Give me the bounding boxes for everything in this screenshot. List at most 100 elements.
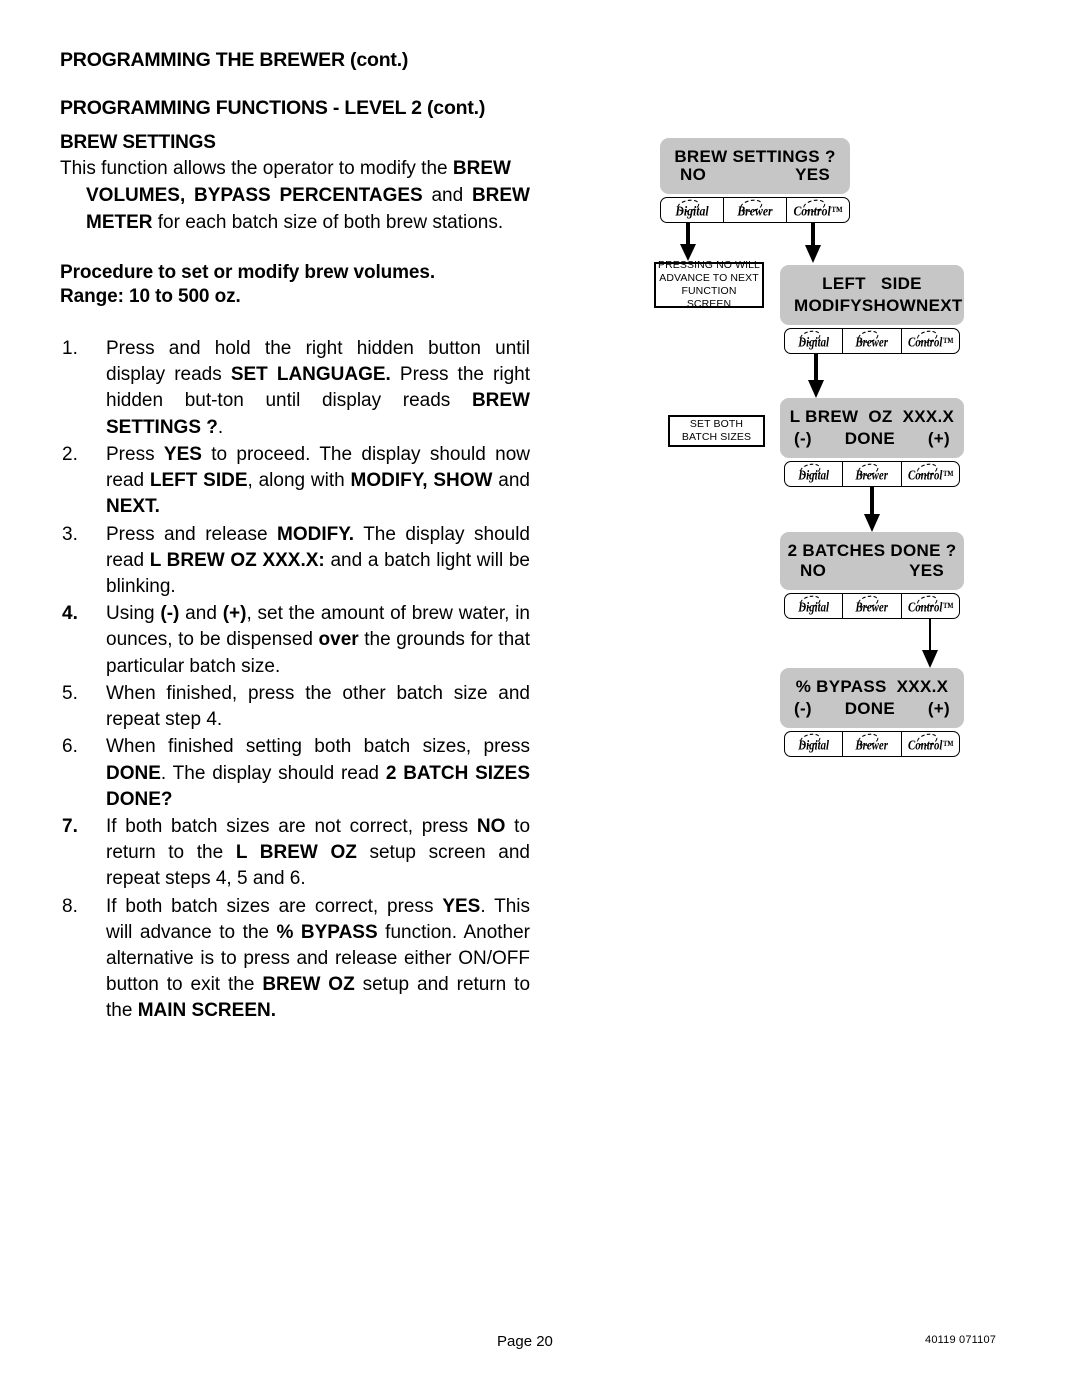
- svg-text:Brewer: Brewer: [855, 468, 889, 483]
- document-code: 40119 071107: [925, 1334, 997, 1346]
- brand-script-glyph: Control™: [908, 330, 954, 350]
- step-emphasis: BREW OZ: [262, 974, 355, 996]
- steps-list: 1. Press and hold the right hidden button…: [60, 336, 530, 1025]
- step-emphasis: NO: [476, 815, 506, 837]
- lcd-softkey-minus: (-): [794, 699, 812, 718]
- text-column: PROGRAMMING THE BREWER (cont.) PROGRAMMI…: [60, 49, 530, 1026]
- manual-page: PROGRAMMING THE BREWER (cont.) PROGRAMMI…: [0, 0, 1080, 1397]
- arrow-done-to-batches: [859, 487, 885, 532]
- brand-script-glyph: Control™: [908, 733, 954, 753]
- button-digital[interactable]: Digital: [661, 198, 724, 222]
- brand-script-glyph: Brewer: [855, 330, 889, 350]
- step-text: When finished setting both batch sizes, …: [106, 734, 530, 813]
- lcd-brew-settings-prompt: BREW SETTINGS ? NO YES: [660, 138, 850, 194]
- arrow-yes-to-bypass: [918, 619, 942, 668]
- lcd-line-2: (-) DONE (+): [780, 429, 964, 449]
- svg-text:Brewer: Brewer: [855, 738, 889, 753]
- step-emphasis: over: [318, 629, 359, 651]
- brand-script-glyph: Control™: [793, 199, 843, 219]
- button-bar-2[interactable]: Digital Brewer Control™: [784, 328, 960, 354]
- button-brewer[interactable]: Brewer: [843, 594, 902, 618]
- button-digital[interactable]: Digital: [785, 462, 844, 486]
- button-brewer[interactable]: Brewer: [843, 732, 902, 756]
- step-emphasis: YES: [163, 443, 202, 465]
- step-item: 1. Press and hold the right hidden button…: [60, 336, 530, 441]
- brand-script-glyph: Digital: [674, 199, 709, 219]
- procedure-block: Procedure to set or modify brew volumes.…: [60, 261, 530, 310]
- lcd-line-1: % BYPASS XXX.X: [795, 677, 949, 696]
- intro-indent-line: VOLUMES, BYPASS PERCENTAGES and BREW MET…: [60, 183, 530, 237]
- button-control[interactable]: Control™: [787, 198, 849, 222]
- button-digital[interactable]: Digital: [785, 329, 844, 353]
- arrow-yes-to-left-side: [800, 223, 826, 263]
- step-plain: . The display should read: [160, 762, 386, 784]
- step-number: 4.: [62, 603, 78, 625]
- step-text: When finished, press the other batch siz…: [106, 681, 530, 733]
- button-bar-1[interactable]: Digital Brewer Control™: [660, 197, 850, 223]
- lcd-softkey-plus: (+): [927, 429, 950, 448]
- svg-text:Brewer: Brewer: [736, 204, 772, 219]
- step-item: 8. If both batch sizes are correct, press…: [60, 894, 530, 1025]
- brand-script-glyph: Digital: [797, 733, 830, 753]
- brand-script-glyph: Brewer: [855, 463, 889, 483]
- button-bar-5[interactable]: Digital Brewer Control™: [784, 731, 960, 757]
- step-plain: Press: [106, 443, 164, 465]
- lcd-softkey-done: DONE: [844, 429, 896, 448]
- step-emphasis: NEXT.: [106, 496, 160, 518]
- lcd-softkey-plus: (+): [927, 699, 950, 718]
- step-plain: Using: [106, 603, 161, 625]
- lcd-line-2: (-) DONE (+): [780, 699, 964, 719]
- step-number: 7.: [62, 815, 78, 837]
- button-control[interactable]: Control™: [902, 594, 959, 618]
- step-number: 8.: [62, 895, 78, 917]
- brand-script-glyph: Brewer: [736, 199, 773, 219]
- intro-bold-2: VOLUMES, BYPASS PERCENTAGES: [86, 184, 423, 206]
- button-control[interactable]: Control™: [902, 462, 959, 486]
- lcd-softkey-next: NEXT: [916, 296, 963, 315]
- brand-script-glyph: Digital: [797, 595, 830, 615]
- brand-script-glyph: Control™: [908, 595, 954, 615]
- button-bar-4[interactable]: Digital Brewer Control™: [784, 593, 960, 619]
- svg-text:Control™: Control™: [793, 204, 842, 219]
- step-plain: If both batch sizes are correct, press: [106, 895, 443, 917]
- svg-text:Brewer: Brewer: [855, 600, 889, 615]
- lcd-softkey-show: SHOW: [861, 296, 917, 315]
- button-control[interactable]: Control™: [902, 732, 959, 756]
- button-digital[interactable]: Digital: [785, 594, 844, 618]
- button-control[interactable]: Control™: [902, 329, 959, 353]
- step-item: 5. When finished, press the other batch s…: [60, 681, 530, 733]
- arrow-modify-to-brew-oz: [803, 354, 829, 398]
- svg-text:Control™: Control™: [908, 335, 954, 350]
- svg-text:Control™: Control™: [908, 738, 954, 753]
- step-text: If both batch sizes are not correct, pre…: [106, 814, 530, 893]
- intro-bold-1: BREW: [452, 157, 511, 179]
- step-emphasis: YES: [442, 895, 481, 917]
- brand-script-glyph: Control™: [908, 463, 954, 483]
- arrow-no-to-note: [675, 223, 701, 261]
- button-digital[interactable]: Digital: [785, 732, 844, 756]
- button-brewer[interactable]: Brewer: [724, 198, 787, 222]
- step-item: 7. If both batch sizes are not correct, p…: [60, 814, 530, 893]
- lcd-line-2: NO YES: [780, 561, 964, 581]
- step-item: 2. Press YES to proceed. The display shou…: [60, 442, 530, 521]
- lcd-batches-done-prompt: 2 BATCHES DONE ? NO YES: [780, 532, 964, 590]
- button-bar-3[interactable]: Digital Brewer Control™: [784, 461, 960, 487]
- button-brewer[interactable]: Brewer: [843, 462, 902, 486]
- svg-text:Digital: Digital: [797, 738, 829, 753]
- step-text: Using (-) and (+), set the amount of bre…: [106, 601, 530, 680]
- step-plain: , along with: [247, 470, 351, 492]
- lcd-softkey-yes: YES: [795, 165, 830, 184]
- step-text: Press YES to proceed. The display should…: [106, 442, 530, 521]
- lcd-softkey-no: NO: [800, 561, 827, 580]
- intro-text-3: for each batch size of both brew station…: [152, 211, 504, 233]
- intro-text-2: and: [422, 184, 472, 206]
- svg-text:Digital: Digital: [674, 204, 709, 219]
- intro-paragraph: This function allows the operator to mod…: [60, 156, 530, 237]
- page-heading-primary: PROGRAMMING THE BREWER (cont.): [60, 49, 409, 71]
- svg-text:Digital: Digital: [797, 600, 829, 615]
- button-brewer[interactable]: Brewer: [843, 329, 902, 353]
- step-emphasis: LEFT SIDE: [149, 470, 248, 492]
- lcd-percent-bypass: % BYPASS XXX.X (-) DONE (+): [780, 668, 964, 728]
- svg-text:Control™: Control™: [908, 468, 954, 483]
- brand-script-glyph: Brewer: [855, 733, 889, 753]
